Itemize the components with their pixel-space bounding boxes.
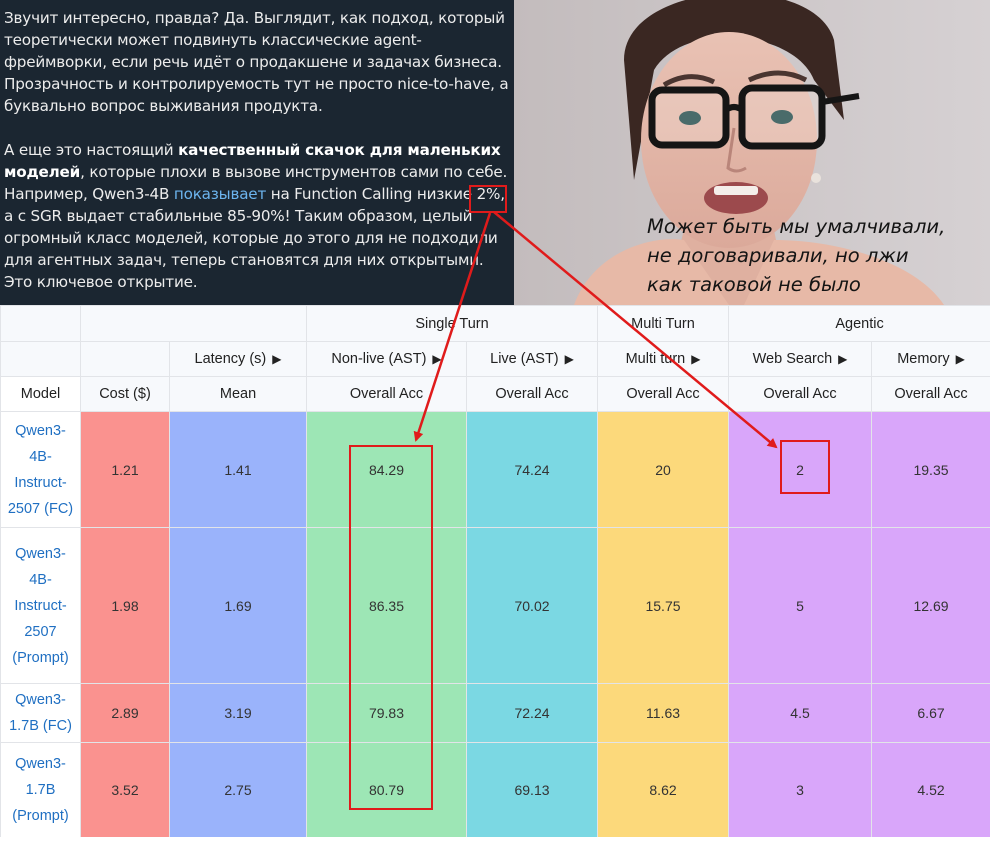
- expand-arrow-icon[interactable]: ▶: [691, 352, 700, 366]
- model-name-line: Qwen3-: [15, 756, 66, 772]
- model-name-line: Instruct-: [14, 474, 67, 491]
- subgroup-label: Memory: [897, 351, 950, 367]
- subgroup-memory[interactable]: Memory ▶: [871, 341, 990, 377]
- table-row: Qwen3- 1.7B (FC) 2.89 3.19 79.83 72.24 1…: [0, 683, 990, 743]
- highlight-box-web-search-value: [780, 440, 830, 494]
- cell-multi-turn: 11.63: [597, 683, 730, 743]
- caption-line: как таковой не было: [647, 273, 861, 296]
- model-name-line: (Prompt): [12, 808, 69, 824]
- cell-cost: 1.21: [80, 411, 170, 528]
- model-name-line: 1.7B: [25, 782, 56, 798]
- cell-memory: 6.67: [871, 683, 990, 743]
- model-name-line: Qwen3-: [15, 422, 66, 439]
- cell-web-search: 4.5: [728, 683, 873, 743]
- header-blank: [0, 305, 81, 342]
- cell-cost: 2.89: [80, 683, 170, 743]
- subgroup-label: Live (AST): [490, 351, 559, 367]
- paragraph-2: А еще это настоящий качественный скачок …: [4, 139, 510, 293]
- cell-live: 69.13: [465, 742, 599, 837]
- article-text-panel: Звучит интересно, правда? Да. Выглядит, …: [0, 0, 514, 305]
- cell-latency: 1.69: [169, 527, 307, 684]
- column-header-mean[interactable]: Mean: [169, 376, 307, 412]
- column-header-multi-acc[interactable]: Overall Acc: [597, 376, 730, 412]
- cell-live: 72.24: [465, 683, 599, 743]
- photo-caption: Может быть мы умалчивали, не договаривал…: [647, 212, 987, 299]
- subgroup-label: Non-live (AST): [331, 351, 427, 367]
- caption-line: Может быть мы умалчивали,: [647, 215, 946, 238]
- model-name-line: (Prompt): [12, 649, 69, 666]
- benchmark-table-panel: Single Turn Multi Turn Agentic Latency (…: [0, 305, 990, 842]
- highlight-box-non-live-column: [349, 445, 433, 810]
- header-blank: [0, 341, 81, 377]
- cell-cost: 3.52: [80, 742, 170, 837]
- benchmark-table: Single Turn Multi Turn Agentic Latency (…: [0, 305, 990, 837]
- model-name-line: 4B-: [29, 448, 52, 465]
- cell-memory: 19.35: [871, 411, 990, 528]
- cell-memory: 12.69: [871, 527, 990, 684]
- subgroup-multi-turn[interactable]: Multi turn ▶: [597, 341, 730, 377]
- subgroup-label: Web Search: [752, 351, 833, 367]
- table-row: Qwen3- 1.7B (Prompt) 3.52 2.75 80.79 69.…: [0, 742, 990, 837]
- cell-latency: 1.41: [169, 411, 307, 528]
- group-agentic: Agentic: [728, 305, 990, 342]
- highlight-box-two-percent: [469, 185, 507, 213]
- cell-cost: 1.98: [80, 527, 170, 684]
- paragraph-1: Звучит интересно, правда? Да. Выглядит, …: [4, 9, 509, 115]
- cell-multi-turn: 8.62: [597, 742, 730, 837]
- cell-live: 70.02: [465, 527, 599, 684]
- group-multi-turn: Multi Turn: [597, 305, 730, 342]
- expand-arrow-icon[interactable]: ▶: [838, 352, 847, 366]
- expand-arrow-icon[interactable]: ▶: [432, 352, 441, 366]
- subgroup-label: Multi turn: [625, 351, 686, 367]
- column-header-web-acc[interactable]: Overall Acc: [728, 376, 873, 412]
- subgroup-non-live[interactable]: Non-live (AST) ▶: [306, 341, 467, 377]
- expand-arrow-icon[interactable]: ▶: [565, 352, 574, 366]
- column-header-model[interactable]: Model: [0, 376, 81, 412]
- cell-latency: 2.75: [169, 742, 307, 837]
- model-name-line: Qwen3-: [15, 692, 66, 708]
- expand-arrow-icon[interactable]: ▶: [272, 352, 281, 366]
- cell-multi-turn: 20: [597, 411, 730, 528]
- model-link[interactable]: Qwen3- 1.7B (FC): [0, 683, 81, 743]
- cell-memory: 4.52: [871, 742, 990, 837]
- header-blank: [80, 305, 307, 342]
- expand-arrow-icon[interactable]: ▶: [956, 352, 965, 366]
- model-name-line: Qwen3-: [15, 545, 66, 562]
- subgroup-web-search[interactable]: Web Search ▶: [728, 341, 873, 377]
- column-header-cost[interactable]: Cost ($): [80, 376, 170, 412]
- model-link[interactable]: Qwen3- 4B- Instruct- 2507 (FC): [0, 411, 81, 528]
- group-single-turn: Single Turn: [305, 305, 599, 342]
- cell-web-search: 5: [728, 527, 873, 684]
- header-blank: [80, 341, 170, 377]
- column-header-mem-acc[interactable]: Overall Acc: [871, 376, 990, 412]
- shows-link[interactable]: показывает: [174, 185, 266, 203]
- video-frame: Может быть мы умалчивали, не договаривал…: [514, 0, 990, 305]
- model-name-line: Instruct-: [14, 597, 67, 614]
- model-name-line: 1.7B (FC): [9, 718, 72, 734]
- caption-line: не договаривали, но лжи: [647, 244, 909, 267]
- model-link[interactable]: Qwen3- 1.7B (Prompt): [0, 742, 81, 837]
- cell-latency: 3.19: [169, 683, 307, 743]
- model-name-line: 4B-: [29, 571, 52, 588]
- model-name-line: 2507: [24, 623, 57, 640]
- article-text: Звучит интересно, правда? Да. Выглядит, …: [4, 7, 510, 293]
- subgroup-live[interactable]: Live (AST) ▶: [465, 341, 599, 377]
- subgroup-latency[interactable]: Latency (s) ▶: [169, 341, 307, 377]
- p2-part-a: А еще это настоящий: [4, 141, 179, 159]
- column-header-live-acc[interactable]: Overall Acc: [465, 376, 599, 412]
- cell-multi-turn: 15.75: [597, 527, 730, 684]
- model-link[interactable]: Qwen3- 4B- Instruct- 2507 (Prompt): [0, 527, 81, 684]
- cell-web-search: 3: [728, 742, 873, 837]
- cell-live: 74.24: [465, 411, 599, 528]
- column-header-non-live-acc[interactable]: Overall Acc: [306, 376, 467, 412]
- model-name-line: 2507 (FC): [7, 500, 74, 517]
- subgroup-label: Latency (s): [194, 351, 267, 367]
- p2-part-c: на Function Calling низкие: [266, 185, 477, 203]
- table-row: Qwen3- 4B- Instruct- 2507 (Prompt) 1.98 …: [0, 527, 990, 684]
- table-row: Qwen3- 4B- Instruct- 2507 (FC) 1.21 1.41…: [0, 411, 990, 528]
